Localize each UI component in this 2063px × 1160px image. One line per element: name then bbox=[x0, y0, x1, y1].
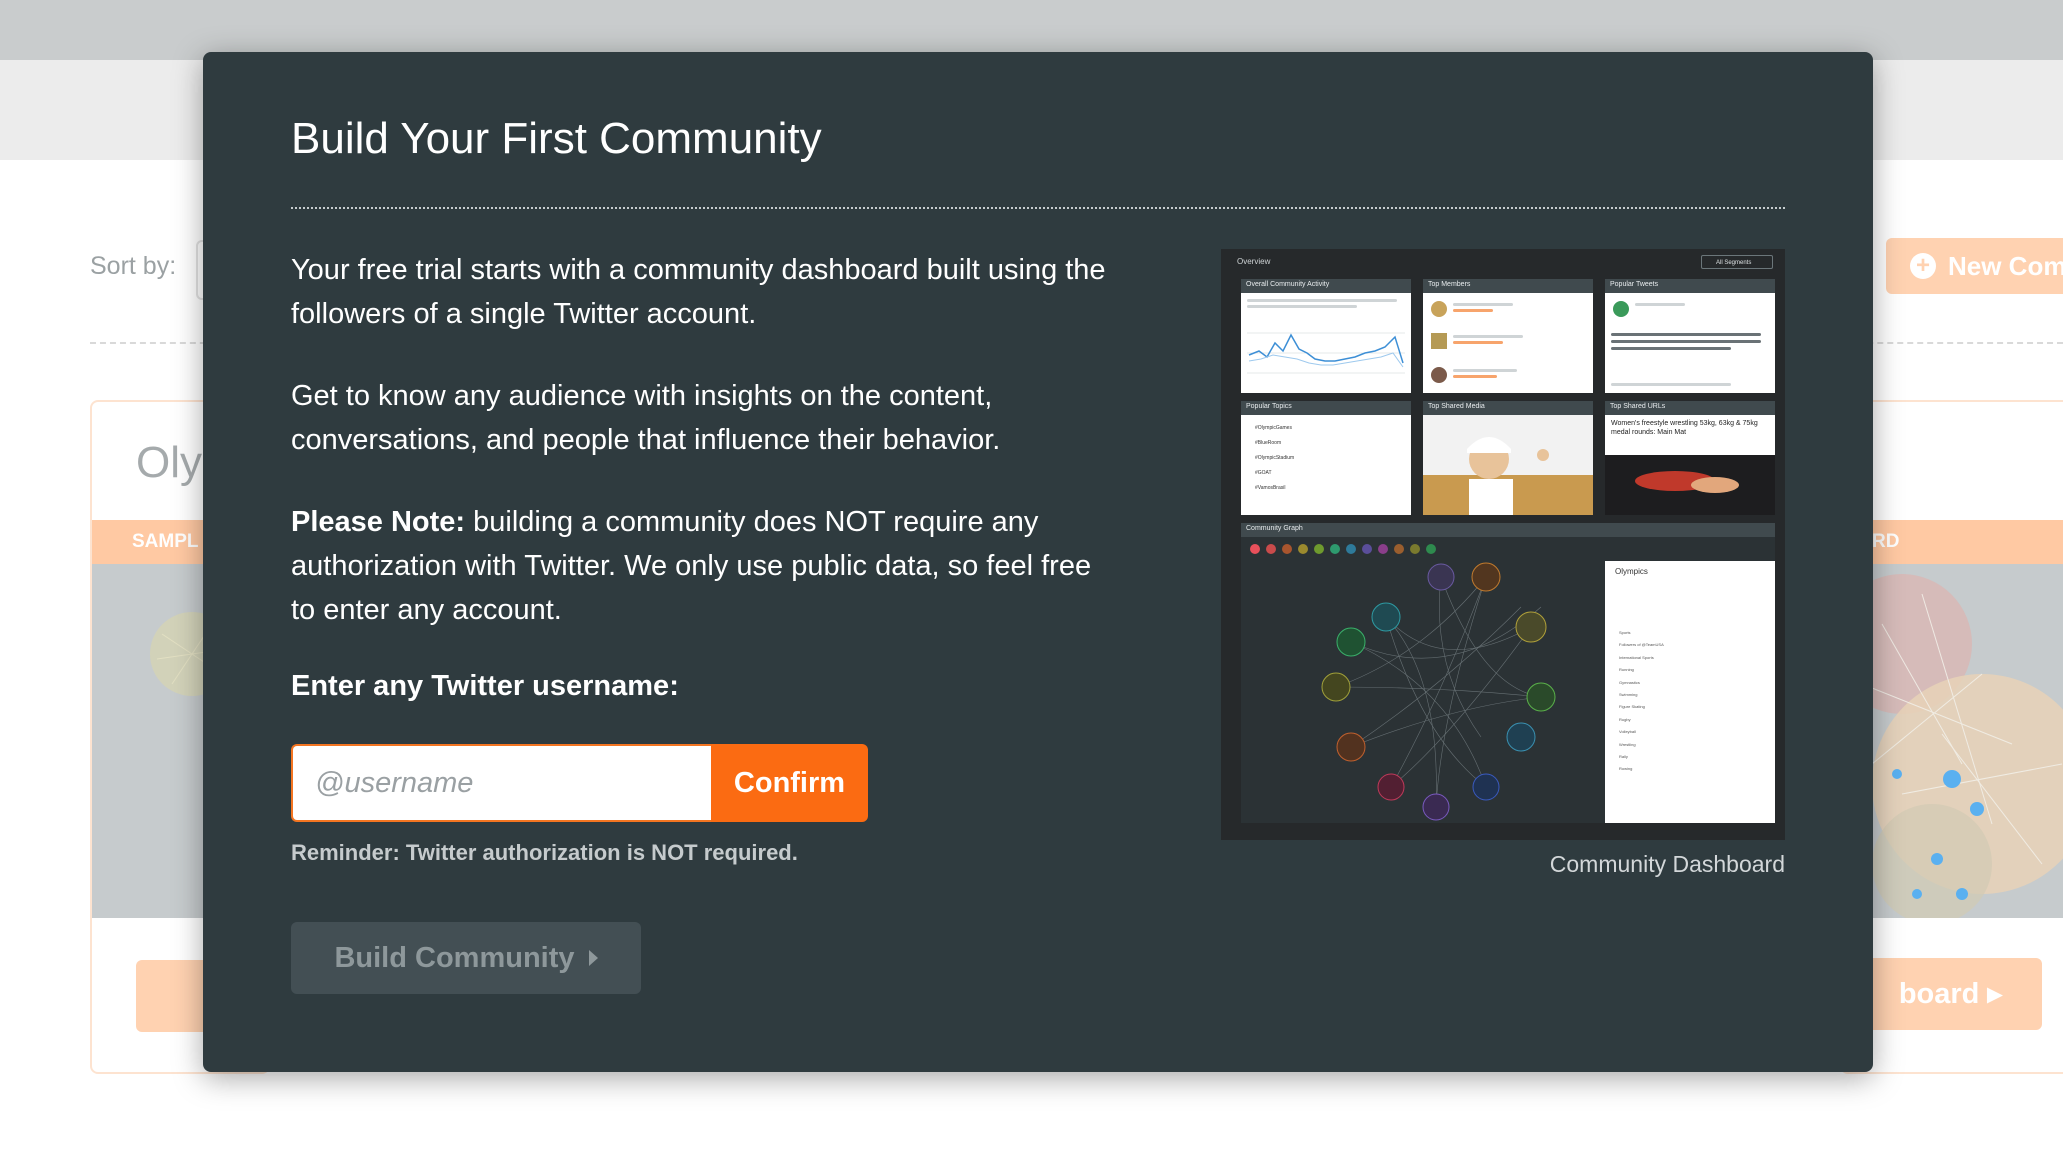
insights-paragraph: Get to know any audience with insights o… bbox=[291, 380, 1001, 456]
caret-right-icon bbox=[588, 950, 598, 966]
preview-card-title: Popular Topics bbox=[1246, 403, 1292, 410]
preview-topic: #BlueRoom bbox=[1255, 440, 1282, 446]
note-lead: Please Note: bbox=[291, 506, 466, 538]
dashboard-badge: RD bbox=[1842, 520, 2063, 564]
app-header-bar bbox=[0, 0, 2063, 60]
athlete-photo bbox=[1423, 415, 1593, 515]
preview-topic: #OlympicGames bbox=[1255, 425, 1292, 431]
preview-overview-label: Overview bbox=[1237, 257, 1271, 266]
dashboard-preview-image: Overview All Segments Overall Community … bbox=[1221, 249, 1785, 840]
preview-card-title: Community Graph bbox=[1246, 525, 1303, 532]
community-card-right: RD board ▸ bbox=[1840, 400, 2063, 1074]
preview-card: Top Members bbox=[1423, 279, 1593, 393]
activity-line-chart bbox=[1247, 332, 1405, 374]
username-label: Enter any Twitter username: bbox=[291, 670, 679, 702]
preview-topic: #GOAT bbox=[1255, 470, 1272, 476]
preview-graph-sidepanel: Olympics Sports Followers of @TeamUSA Int… bbox=[1605, 561, 1775, 823]
view-dashboard-label: board bbox=[1898, 978, 1980, 1010]
preview-card: Popular Tweets bbox=[1605, 279, 1775, 393]
preview-topic: #VamosBrasil bbox=[1255, 485, 1286, 491]
plus-icon: + bbox=[1910, 253, 1936, 279]
reminder-text: Reminder: Twitter authorization is NOT r… bbox=[291, 840, 798, 865]
wrestling-photo bbox=[1605, 455, 1775, 515]
preview-card-title: Top Shared URLs bbox=[1610, 403, 1666, 410]
new-community-button[interactable]: + New Com bbox=[1886, 238, 2063, 294]
preview-caption: Community Dashboard bbox=[1549, 851, 1785, 877]
preview-graph-panel-title: Olympics bbox=[1615, 567, 1648, 576]
new-community-label: New Com bbox=[1948, 250, 2063, 281]
preview-graph-card: Community Graph Olympics Sports Follower… bbox=[1241, 523, 1775, 823]
graph-thumbnail-image bbox=[1842, 574, 2063, 924]
build-community-button[interactable]: Build Community bbox=[291, 922, 641, 994]
build-community-modal: Build Your First Community Your free tri… bbox=[203, 52, 1873, 1072]
preview-url-snippet: Women's freestyle wrestling 53kg, 63kg &… bbox=[1611, 420, 1758, 436]
build-community-label: Build Community bbox=[334, 941, 575, 974]
community-card-title: Oly bbox=[136, 438, 202, 487]
preview-card: Top Shared URLs Women's freestyle wrestl… bbox=[1605, 401, 1775, 515]
intro-paragraph: Your free trial starts with a community … bbox=[291, 254, 1106, 330]
preview-card-title: Top Shared Media bbox=[1428, 403, 1485, 410]
preview-card-title: Overall Community Activity bbox=[1246, 281, 1330, 288]
preview-card-title: Popular Tweets bbox=[1610, 281, 1659, 288]
username-input[interactable] bbox=[291, 744, 715, 822]
modal-divider bbox=[291, 207, 1785, 209]
preview-topic: #OlympicStadium bbox=[1255, 455, 1295, 461]
note-paragraph: Please Note: building a community does N… bbox=[291, 500, 1121, 632]
community-graph-thumbnail bbox=[1842, 564, 2063, 924]
sort-by-label: Sort by: bbox=[90, 252, 177, 280]
preview-card: Overall Community Activity bbox=[1241, 279, 1411, 393]
confirm-button[interactable]: Confirm bbox=[711, 744, 868, 822]
modal-title: Build Your First Community bbox=[291, 114, 822, 163]
preview-segments-select: All Segments bbox=[1701, 255, 1773, 269]
preview-card-title: Top Members bbox=[1428, 281, 1471, 288]
preview-card: Popular Topics #OlympicGames #BlueRoom #… bbox=[1241, 401, 1411, 515]
preview-card: Top Shared Media bbox=[1423, 401, 1593, 515]
